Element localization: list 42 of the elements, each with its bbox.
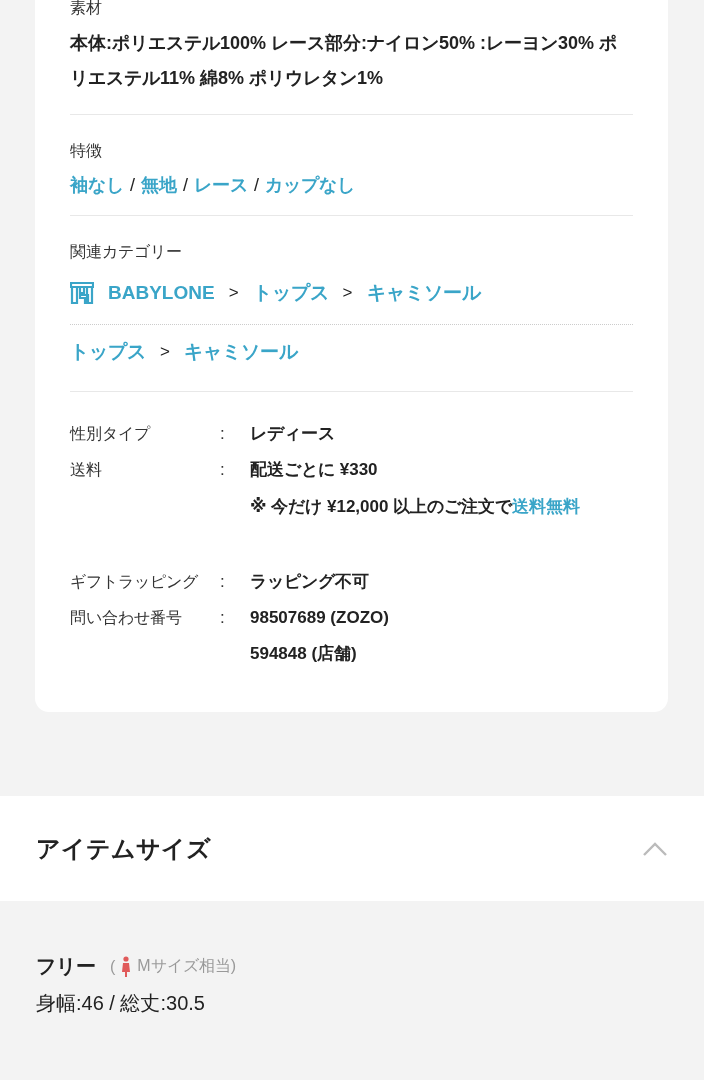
category-link[interactable]: キャミソール — [366, 280, 481, 306]
shipping-note: ※ 今だけ ¥12,000 以上のご注文で — [250, 497, 513, 516]
size-note-text: ( — [110, 957, 116, 976]
separator-text: > — [160, 342, 170, 362]
section-label: 素材 — [70, 0, 103, 18]
separator-text: > — [342, 283, 353, 303]
detail-label: 送料 — [70, 460, 103, 480]
section-label: 特徴 — [70, 141, 103, 161]
free-shipping-link[interactable]: 送料無料 — [512, 497, 581, 516]
section-header[interactable]: アイテムサイズ — [0, 796, 704, 901]
detail-label: 性別タイプ — [70, 424, 152, 444]
detail-value: ラッピング不可 — [250, 571, 370, 593]
colon-text: : — [220, 607, 226, 629]
size-name: フリー — [36, 954, 96, 979]
section-title: アイテムサイズ — [36, 833, 211, 864]
section-label: 関連カテゴリー — [70, 242, 183, 262]
feature-link[interactable]: レース — [194, 173, 249, 197]
category-link[interactable]: キャミソール — [183, 339, 298, 365]
separator-text: / — [183, 174, 189, 196]
detail-label: 問い合わせ番号 — [70, 608, 183, 628]
detail-value: 配送ごとに ¥330 — [250, 459, 379, 481]
detail-value: 98507689 (ZOZO) — [250, 607, 390, 629]
separator-text: / — [130, 174, 135, 196]
shop-icon — [70, 282, 94, 304]
colon-text: : — [220, 423, 226, 445]
separator-text: > — [228, 283, 239, 303]
colon-text: : — [220, 459, 226, 481]
detail-value: 594848 (店舗) — [250, 643, 358, 665]
material-text: 本体:ポリエステル100% レース部分:ナイロン50% :レーヨン30% ポリエステル11% 綿8% ポリウレタン1% — [70, 32, 619, 90]
woman-icon — [121, 955, 132, 978]
size-measurements: 身幅:46 / 総丈:30.5 — [36, 991, 206, 1016]
colon-text: : — [220, 571, 226, 593]
feature-link[interactable]: カップなし — [265, 173, 356, 197]
feature-link[interactable]: 袖なし — [70, 173, 124, 197]
feature-link[interactable]: 無地 — [141, 173, 177, 197]
category-link[interactable]: BABYLONE — [108, 282, 215, 304]
separator-text: / — [254, 174, 260, 196]
detail-label: ギフトラッピング — [70, 572, 199, 592]
category-link[interactable]: トップス — [70, 339, 146, 365]
category-link[interactable]: トップス — [252, 280, 329, 306]
size-note-text: Mサイズ相当) — [137, 956, 236, 976]
detail-value: レディース — [250, 423, 336, 445]
